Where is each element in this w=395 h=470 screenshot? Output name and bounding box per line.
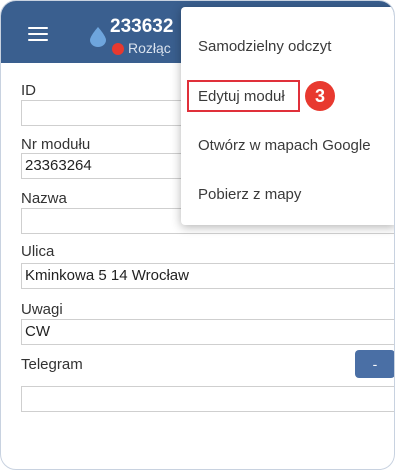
app-screen: 233632 Rozłąc ID Nr modułu 23363264 Nazw… bbox=[0, 0, 395, 470]
telegram-field[interactable] bbox=[21, 386, 394, 412]
connection-status: Rozłąc bbox=[128, 40, 171, 56]
id-label: ID bbox=[21, 82, 36, 99]
water-drop-icon bbox=[90, 27, 106, 47]
telegram-label: Telegram bbox=[21, 356, 83, 373]
notes-label: Uwagi bbox=[21, 301, 63, 318]
menu-item-open-google-maps[interactable]: Otwórz w mapach Google bbox=[198, 137, 371, 154]
notes-field[interactable]: CW bbox=[21, 319, 394, 345]
street-field[interactable]: Kminkowa 5 14 Wrocław bbox=[21, 263, 394, 289]
menu-item-self-reading[interactable]: Samodzielny odczyt bbox=[198, 38, 331, 55]
name-label: Nazwa bbox=[21, 190, 67, 207]
status-dot-icon bbox=[112, 43, 124, 55]
module-number-label: Nr modułu bbox=[21, 136, 91, 153]
telegram-remove-button[interactable]: - bbox=[355, 350, 394, 378]
street-label: Ulica bbox=[21, 243, 55, 260]
module-title: 233632 bbox=[110, 16, 174, 37]
menu-item-fetch-from-map[interactable]: Pobierz z mapy bbox=[198, 186, 301, 203]
overflow-menu: Samodzielny odczyt Edytuj moduł 3 Otwórz… bbox=[181, 7, 394, 225]
hamburger-icon[interactable] bbox=[28, 27, 48, 41]
step-badge: 3 bbox=[305, 81, 335, 111]
highlight-box bbox=[187, 80, 300, 112]
